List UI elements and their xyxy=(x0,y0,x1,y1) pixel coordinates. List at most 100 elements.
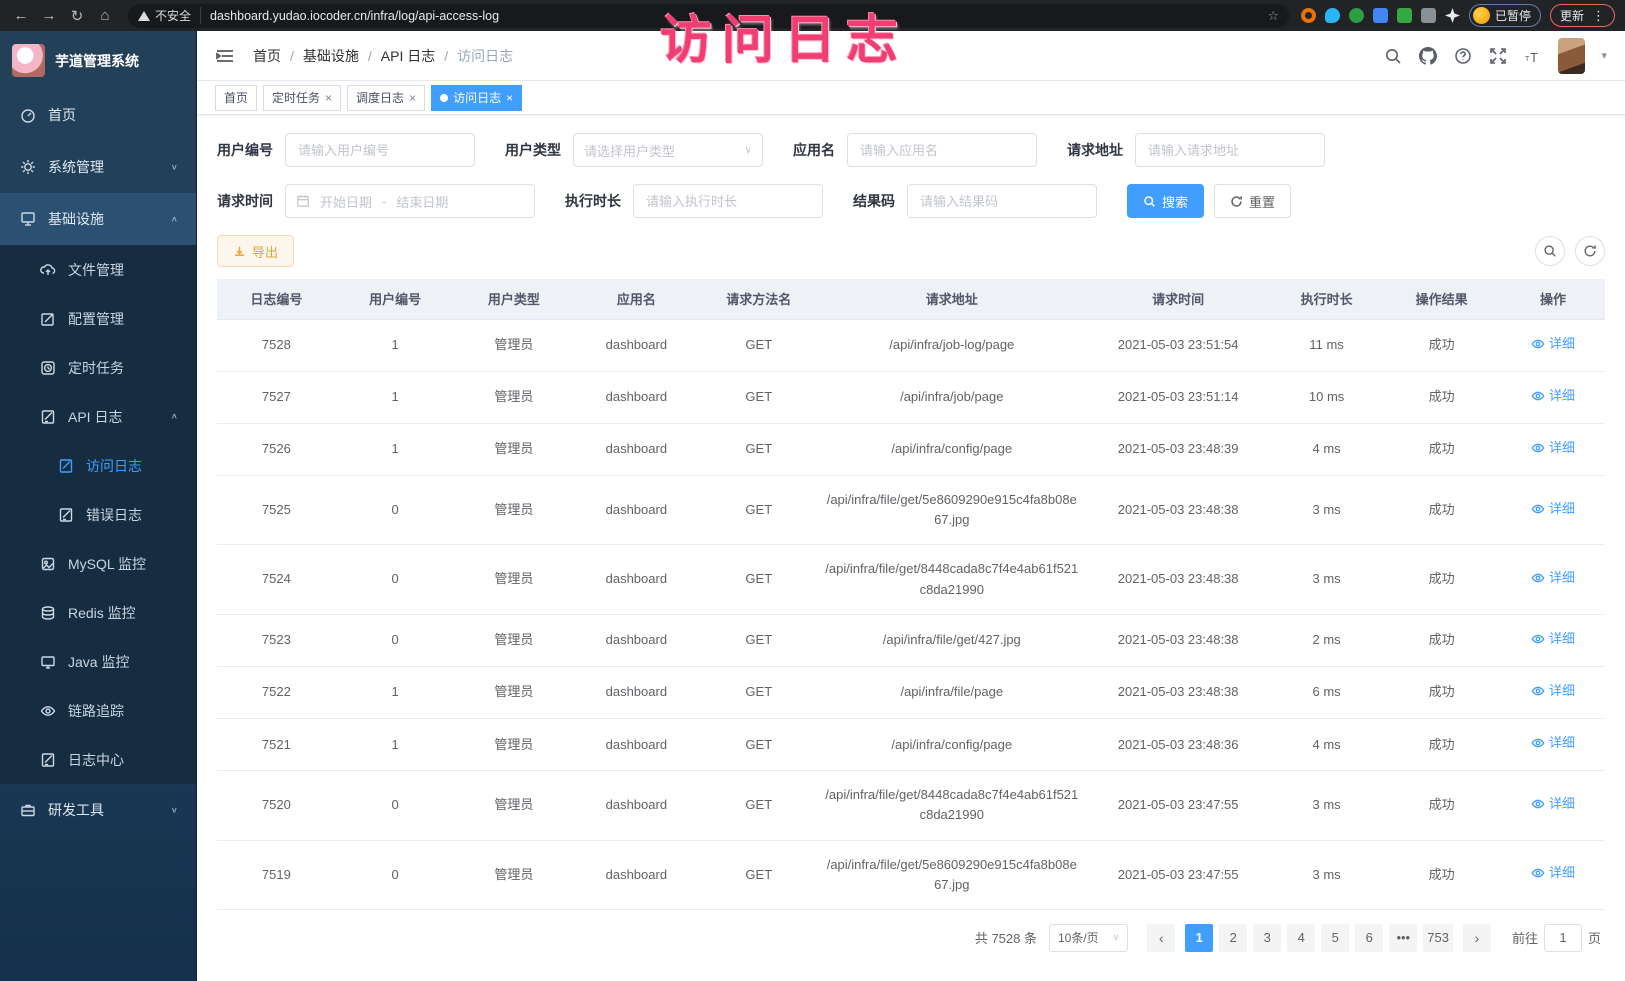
sidebar-item-file-mgmt[interactable]: 文件管理 xyxy=(0,245,196,294)
tag-home[interactable]: 首页 xyxy=(215,85,257,111)
app-name-input[interactable] xyxy=(847,133,1037,167)
bookmark-star-icon[interactable]: ☆ xyxy=(1267,8,1279,24)
security-chip[interactable]: 不安全 xyxy=(138,7,201,24)
extension-icon-6[interactable] xyxy=(1421,8,1436,23)
close-icon[interactable]: × xyxy=(409,92,416,104)
sidebar-item-redis-monitor[interactable]: Redis 监控 xyxy=(0,588,196,637)
fullscreen-icon[interactable] xyxy=(1488,46,1507,65)
page-size-select[interactable]: 10条/页 ∨ xyxy=(1049,924,1128,952)
docs-question-icon[interactable] xyxy=(1453,46,1472,65)
result-code-input[interactable] xyxy=(907,184,1097,218)
browser-menu-icon[interactable]: ⋮ xyxy=(1592,9,1605,22)
page-numbers: 123456•••753 xyxy=(1182,924,1456,952)
address-bar[interactable]: 不安全 dashboard.yudao.iocoder.cn/infra/log… xyxy=(128,4,1289,28)
cell-request-url: /api/infra/file/get/8448cada8c7f4e4ab61f… xyxy=(818,545,1085,614)
refresh-table-button[interactable] xyxy=(1575,236,1605,266)
sidebar-item-error-log[interactable]: 错误日志 xyxy=(0,490,196,539)
caret-down-icon[interactable]: ▾ xyxy=(1601,49,1607,62)
search-button[interactable]: 搜索 xyxy=(1127,184,1204,218)
cell-user-id: 1 xyxy=(336,423,455,475)
request-time-range-picker[interactable]: 开始日期 - 结束日期 xyxy=(285,184,535,218)
breadcrumb-api-log[interactable]: API 日志 xyxy=(381,46,435,66)
detail-link[interactable]: 详细 xyxy=(1531,499,1575,519)
cell-request-time: 2021-05-03 23:48:36 xyxy=(1085,719,1271,771)
cell-result: 成功 xyxy=(1382,476,1501,545)
extension-icon-5[interactable] xyxy=(1397,8,1412,23)
tag-schedule-log[interactable]: 调度日志 × xyxy=(347,85,425,111)
cell-result: 成功 xyxy=(1382,371,1501,423)
sidebar-item-scheduled-jobs[interactable]: 定时任务 xyxy=(0,343,196,392)
cell-request-time: 2021-05-03 23:47:55 xyxy=(1085,771,1271,840)
close-icon[interactable]: × xyxy=(325,92,332,104)
sidebar-item-access-log[interactable]: 访问日志 xyxy=(0,441,196,490)
update-button[interactable]: 更新 ⋮ xyxy=(1550,4,1615,27)
github-icon[interactable] xyxy=(1418,46,1437,65)
table-row: 7527 1 管理员 dashboard GET /api/infra/job/… xyxy=(217,371,1605,423)
tag-access-log[interactable]: 访问日志 × xyxy=(431,85,522,111)
sidebar-item-infrastructure[interactable]: 基础设施 ∧ xyxy=(0,193,196,245)
goto-page-input[interactable] xyxy=(1544,924,1582,952)
page-button-5[interactable]: 5 xyxy=(1321,924,1349,952)
detail-link[interactable]: 详细 xyxy=(1531,334,1575,354)
extension-icon-4[interactable] xyxy=(1373,8,1388,23)
sidebar-item-log-center[interactable]: 日志中心 xyxy=(0,735,196,784)
extension-icon-2[interactable] xyxy=(1325,8,1340,23)
page-button-3[interactable]: 3 xyxy=(1253,924,1281,952)
page-header: 首页 / 基础设施 / API 日志 / 访问日志 TT xyxy=(197,31,1625,81)
detail-link[interactable]: 详细 xyxy=(1531,438,1575,458)
next-page-button[interactable]: › xyxy=(1463,924,1491,952)
user-id-input[interactable] xyxy=(285,133,475,167)
browser-forward-icon[interactable]: → xyxy=(38,5,60,27)
extension-icon-7[interactable] xyxy=(1445,8,1460,23)
browser-back-icon[interactable]: ← xyxy=(10,5,32,27)
breadcrumb-infrastructure[interactable]: 基础设施 xyxy=(303,46,359,66)
export-button[interactable]: 导出 xyxy=(217,235,294,267)
sidebar-item-link-trace[interactable]: 链路追踪 xyxy=(0,686,196,735)
sidebar-item-api-log[interactable]: API 日志 ∧ xyxy=(0,392,196,441)
sidebar-item-mysql-monitor[interactable]: MySQL 监控 xyxy=(0,539,196,588)
browser-home-icon[interactable]: ⌂ xyxy=(94,5,116,27)
prev-page-button[interactable]: ‹ xyxy=(1147,924,1175,952)
toggle-search-button[interactable] xyxy=(1535,236,1565,266)
request-url-input[interactable] xyxy=(1135,133,1325,167)
sidebar-item-java-monitor[interactable]: Java 监控 xyxy=(0,637,196,686)
sidebar-item-config-mgmt[interactable]: 配置管理 xyxy=(0,294,196,343)
detail-link[interactable]: 详细 xyxy=(1531,733,1575,753)
page-button-4[interactable]: 4 xyxy=(1287,924,1315,952)
reset-button[interactable]: 重置 xyxy=(1214,184,1291,218)
detail-link[interactable]: 详细 xyxy=(1531,386,1575,406)
cell-user-type: 管理员 xyxy=(455,771,574,840)
tag-scheduled-jobs[interactable]: 定时任务 × xyxy=(263,85,341,111)
detail-link[interactable]: 详细 xyxy=(1531,681,1575,701)
cell-log-id: 7523 xyxy=(217,614,336,666)
paused-badge[interactable]: 已暂停 xyxy=(1469,4,1541,27)
page-button-6[interactable]: 6 xyxy=(1355,924,1383,952)
col-app-name: 应用名 xyxy=(573,279,699,319)
close-icon[interactable]: × xyxy=(506,92,513,104)
table-row: 7520 0 管理员 dashboard GET /api/infra/file… xyxy=(217,771,1605,840)
page-button-753[interactable]: 753 xyxy=(1423,924,1453,952)
sidebar-item-dev-tools[interactable]: 研发工具 ∨ xyxy=(0,784,196,836)
browser-reload-icon[interactable]: ↻ xyxy=(66,5,88,27)
detail-link[interactable]: 详细 xyxy=(1531,863,1575,883)
detail-link[interactable]: 详细 xyxy=(1531,794,1575,814)
cell-request-time: 2021-05-03 23:48:38 xyxy=(1085,666,1271,718)
duration-input[interactable] xyxy=(633,184,823,218)
extension-icon-1[interactable] xyxy=(1301,8,1316,23)
detail-link[interactable]: 详细 xyxy=(1531,568,1575,588)
search-icon[interactable] xyxy=(1383,46,1402,65)
sidebar-item-system-mgmt[interactable]: 系统管理 ∨ xyxy=(0,141,196,193)
detail-link[interactable]: 详细 xyxy=(1531,629,1575,649)
user-avatar[interactable] xyxy=(1558,38,1585,74)
user-type-select[interactable]: 请选择用户类型 ∨ xyxy=(573,133,763,167)
cell-duration: 2 ms xyxy=(1271,614,1382,666)
font-size-icon[interactable]: TT xyxy=(1523,46,1542,65)
page-button-2[interactable]: 2 xyxy=(1219,924,1247,952)
page-ellipsis-button[interactable]: ••• xyxy=(1389,924,1417,952)
collapse-sidebar-icon[interactable] xyxy=(215,46,235,66)
page-button-1[interactable]: 1 xyxy=(1185,924,1213,952)
extension-icon-3[interactable] xyxy=(1349,8,1364,23)
breadcrumb-home[interactable]: 首页 xyxy=(253,46,281,66)
sidebar-item-home[interactable]: 首页 xyxy=(0,89,196,141)
cell-request-time: 2021-05-03 23:48:39 xyxy=(1085,423,1271,475)
